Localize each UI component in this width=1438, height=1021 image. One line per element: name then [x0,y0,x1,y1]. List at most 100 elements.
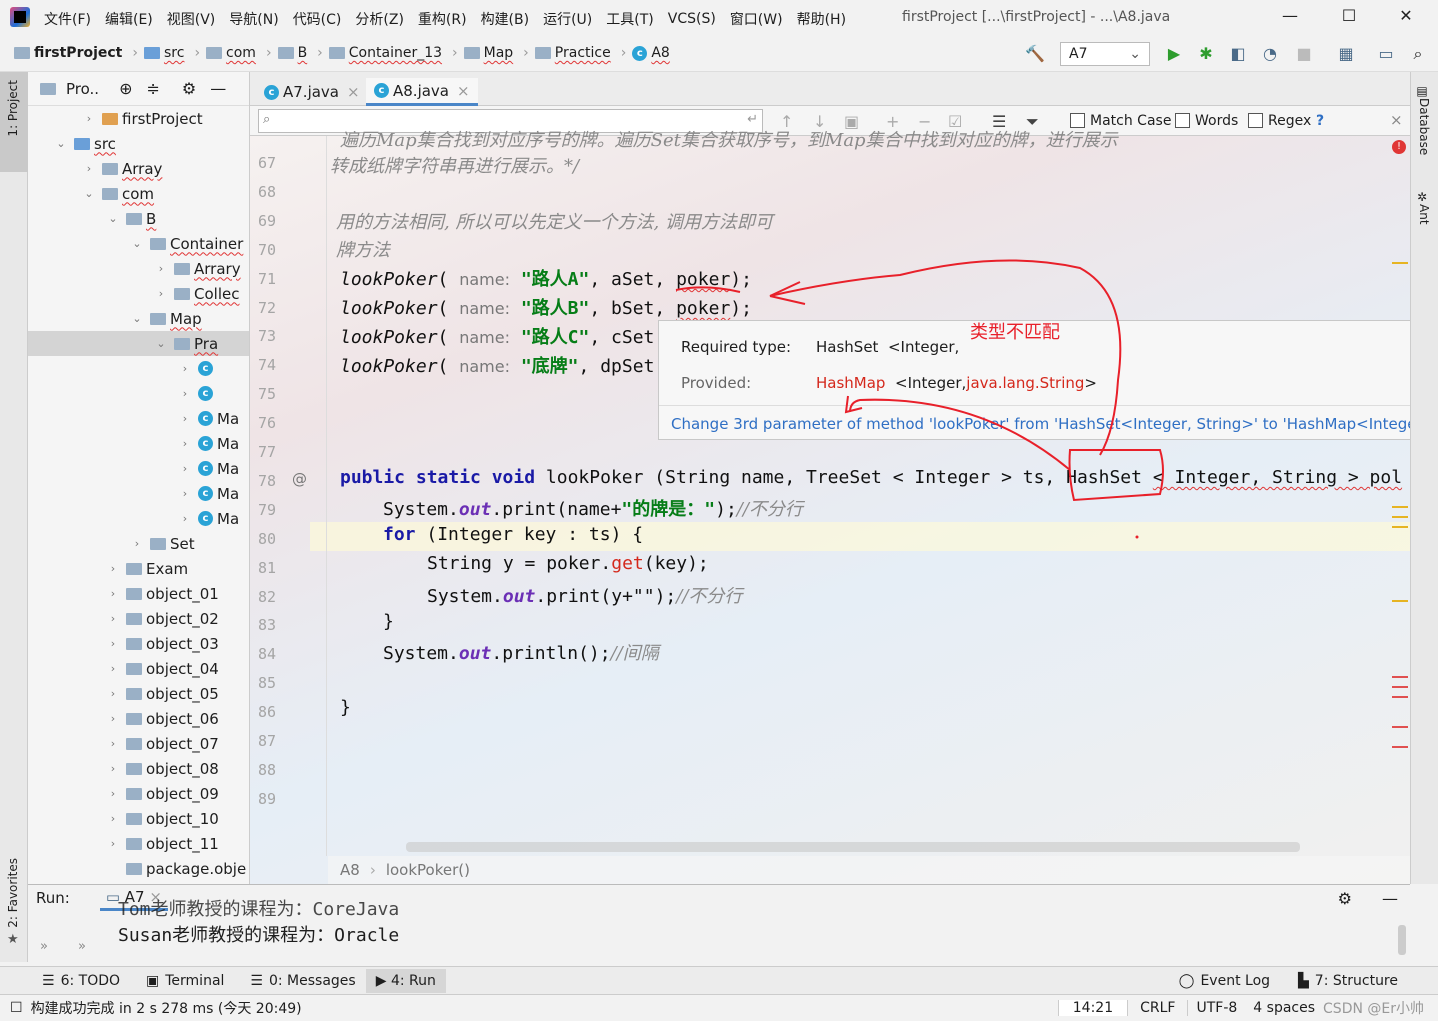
warning-stripe[interactable] [1392,600,1408,602]
crumb-src[interactable]: src [143,45,184,61]
coverage-icon[interactable]: ◧ [1228,44,1248,64]
file-encoding[interactable]: UTF-8 [1187,1000,1245,1016]
code-line-80[interactable]: for (Integer key : ts) { [383,524,643,545]
hide-icon[interactable]: — [210,79,226,98]
chevron-right-icon[interactable]: › [106,812,120,825]
stop-icon[interactable]: ■ [1294,44,1314,64]
minimize-button[interactable]: — [1276,6,1304,30]
event-log-button[interactable]: Event Log [1200,973,1270,989]
chevron-right-icon[interactable]: › [178,437,192,450]
messages-tool-button[interactable]: 0: Messages [269,973,356,989]
code-line-78[interactable]: public static void lookPoker (String nam… [340,467,1402,488]
chevron-down-icon[interactable]: ⌄ [154,337,168,350]
todo-tool-button[interactable]: 6: TODO [61,973,120,989]
tree-item[interactable]: › c [28,381,249,406]
menu-build[interactable]: 构建(B) [481,9,530,29]
tree-item[interactable]: › Array [28,156,249,181]
tree-item[interactable]: ⌄ src [28,131,249,156]
chevron-right-icon[interactable]: › [106,587,120,600]
chevron-right-icon[interactable]: › [106,612,120,625]
tree-item[interactable]: › object_01 [28,581,249,606]
collapse-icon[interactable]: ≑ [146,79,159,98]
menu-help[interactable]: 帮助(H) [797,9,846,29]
tree-item[interactable]: › object_09 [28,781,249,806]
newline-icon[interactable]: ↵ [747,112,758,127]
tree-item[interactable]: ⌄ Container [28,231,249,256]
menu-code[interactable]: 代码(C) [293,9,342,29]
code-line-72[interactable]: lookPoker( name: "路人B", bSet, poker); [340,294,752,320]
menu-analyze[interactable]: 分析(Z) [355,9,404,29]
error-stripe[interactable] [1392,746,1408,748]
code-line-82[interactable]: System.out.print(y+"");//不分行 [427,582,742,608]
locate-icon[interactable]: ⊕ [119,79,132,98]
chevron-right-icon[interactable]: › [178,362,192,375]
tree-item[interactable]: › Exam [28,556,249,581]
crumb-class[interactable]: A8 [340,861,360,879]
close-icon[interactable]: × [457,82,470,100]
warning-stripe[interactable] [1392,516,1408,518]
structure-tool-button[interactable]: 7: Structure [1315,973,1398,989]
chevron-right-icon[interactable]: › [178,412,192,425]
code-line-83[interactable]: } [383,611,394,632]
tree-item[interactable]: › object_07 [28,731,249,756]
code-line-71[interactable]: lookPoker( name: "路人A", aSet, poker); [340,265,752,291]
warning-stripe[interactable] [1392,262,1408,264]
menu-tools[interactable]: 工具(T) [606,9,653,29]
crumb-container[interactable]: Container_13 [328,45,442,61]
chevron-right-icon[interactable]: › [106,762,120,775]
crumb-method[interactable]: lookPoker() [386,861,470,879]
error-stripe[interactable] [1392,696,1408,698]
window-icon[interactable]: ▭ [1376,44,1396,64]
tree-item[interactable]: › c Ma [28,506,249,531]
code-line-74[interactable]: lookPoker( name: "底牌", dpSet [340,352,654,378]
tree-item[interactable]: ⌄ Pra [28,331,249,356]
status-toggle-icon[interactable]: ☐ [10,1000,23,1016]
tree-item[interactable]: ⌄ Map [28,306,249,331]
search-icon[interactable]: ⌕ [1408,44,1428,64]
error-stripe[interactable] [1392,726,1408,728]
menu-view[interactable]: 视图(V) [167,9,216,29]
tree-item[interactable]: › object_10 [28,806,249,831]
menu-window[interactable]: 窗口(W) [730,9,783,29]
debug-icon[interactable]: ✱ [1196,44,1216,64]
database-tool-tab[interactable]: ▤ Database [1413,84,1431,155]
chevron-down-icon[interactable]: ⌄ [106,212,120,225]
caret-position[interactable]: 14:21 [1057,1000,1128,1016]
chevron-right-icon[interactable]: › [154,262,168,275]
chevron-right-icon[interactable]: › [106,787,120,800]
run-output[interactable]: Tom老师教授的课程为：CoreJava Susan老师教授的课程为：Oracl… [118,899,399,947]
tree-item[interactable]: › Arrary [28,256,249,281]
chevron-down-icon[interactable]: ⌄ [130,237,144,250]
crumb-practice[interactable]: Practice [534,45,611,61]
tree-item[interactable]: › c Ma [28,481,249,506]
menu-edit[interactable]: 编辑(E) [105,9,153,29]
tree-item[interactable]: › Set [28,531,249,556]
chevron-right-icon[interactable]: › [106,837,120,850]
chevron-right-icon[interactable]: › [178,487,192,500]
code-line-84[interactable]: System.out.println();//间隔 [383,639,659,665]
close-icon[interactable]: × [347,83,360,101]
tree-item[interactable]: › c Ma [28,456,249,481]
close-icon[interactable]: × [1390,111,1403,129]
crumb-b[interactable]: B [277,45,307,61]
terminal-tool-button[interactable]: Terminal [165,973,224,989]
tree-item[interactable]: › firstProject [28,106,249,131]
crumb-project[interactable]: firstProject [14,45,122,61]
code-line-86[interactable]: } [340,697,351,718]
project-view-select[interactable]: Pro.. [66,80,99,98]
chevron-down-icon[interactable]: ⌄ [54,137,68,150]
tree-item[interactable]: › object_11 [28,831,249,856]
profile-icon[interactable]: ◔ [1260,44,1280,64]
chevron-right-icon[interactable]: › [106,737,120,750]
chevron-right-icon[interactable]: › [106,562,120,575]
chevron-right-icon[interactable]: › [82,112,96,125]
hide-icon[interactable]: — [1382,889,1398,908]
tree-item[interactable]: › object_02 [28,606,249,631]
close-window-button[interactable]: ✕ [1392,6,1420,30]
line-separator[interactable]: CRLF [1127,1000,1187,1016]
favorites-tool-tab[interactable]: 2: Favorites ★ [0,852,28,947]
build-hammer-icon[interactable]: 🔨 [1025,44,1045,64]
error-stripe[interactable] [1392,686,1408,688]
run-tool-button[interactable]: ▶ 4: Run [365,968,446,993]
tab-a8[interactable]: c A8.java × [366,78,478,106]
